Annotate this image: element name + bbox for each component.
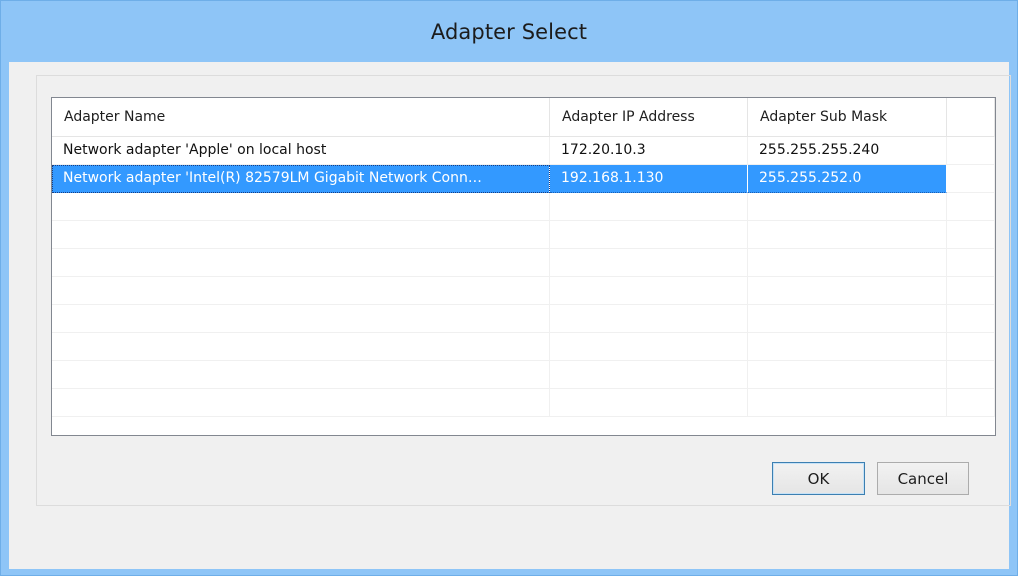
- cell-adapter-name: [52, 193, 550, 221]
- dialog-title: Adapter Select: [430, 19, 588, 44]
- cell-adapter-name: [52, 361, 550, 389]
- table-row-empty[interactable]: [52, 305, 995, 333]
- cell-adapter-name: [52, 305, 550, 333]
- ok-button[interactable]: OK: [772, 462, 865, 495]
- cell-adapter-ip: [550, 277, 748, 305]
- cell-filler: [947, 277, 995, 305]
- cell-filler: [947, 333, 995, 361]
- adapter-select-dialog: Adapter Select Adapter Name Adapter IP A…: [0, 0, 1018, 576]
- cell-adapter-ip: 172.20.10.3: [550, 137, 748, 165]
- title-bar[interactable]: Adapter Select: [1, 1, 1017, 62]
- cell-adapter-ip: [550, 333, 748, 361]
- cell-filler: [947, 305, 995, 333]
- cell-adapter-mask: [748, 249, 947, 277]
- cell-filler: [947, 361, 995, 389]
- table-row-empty[interactable]: [52, 389, 995, 417]
- cell-adapter-name: [52, 333, 550, 361]
- cell-adapter-name: Network adapter 'Intel(R) 82579LM Gigabi…: [52, 165, 550, 193]
- cell-filler: [947, 193, 995, 221]
- column-header-adapter-ip-address[interactable]: Adapter IP Address: [550, 98, 748, 136]
- cell-adapter-mask: [748, 333, 947, 361]
- cancel-button[interactable]: Cancel: [877, 462, 969, 495]
- cell-adapter-mask: [748, 305, 947, 333]
- cell-adapter-name: Network adapter 'Apple' on local host: [52, 137, 550, 165]
- cell-adapter-ip: [550, 389, 748, 417]
- table-row-empty[interactable]: [52, 361, 995, 389]
- cell-adapter-mask: [748, 361, 947, 389]
- cell-adapter-name: [52, 389, 550, 417]
- column-header-adapter-sub-mask[interactable]: Adapter Sub Mask: [748, 98, 947, 136]
- cell-filler: [947, 249, 995, 277]
- table-row-empty[interactable]: [52, 221, 995, 249]
- grid-header: Adapter Name Adapter IP Address Adapter …: [52, 98, 995, 137]
- table-row-empty[interactable]: [52, 193, 995, 221]
- cell-adapter-mask: [748, 277, 947, 305]
- cell-adapter-mask: 255.255.255.240: [748, 137, 947, 165]
- cell-adapter-name: [52, 249, 550, 277]
- cell-filler: [947, 137, 995, 165]
- table-row-empty[interactable]: [52, 249, 995, 277]
- cell-adapter-ip: [550, 361, 748, 389]
- cell-adapter-mask: [748, 193, 947, 221]
- cell-filler: [947, 221, 995, 249]
- cell-adapter-name: [52, 277, 550, 305]
- column-header-filler: [947, 98, 995, 136]
- cell-filler: [947, 165, 995, 193]
- cell-adapter-mask: [748, 389, 947, 417]
- adapter-grid[interactable]: Adapter Name Adapter IP Address Adapter …: [51, 97, 996, 436]
- cell-adapter-ip: 192.168.1.130: [550, 165, 748, 193]
- cell-adapter-mask: 255.255.252.0: [748, 165, 947, 193]
- column-header-adapter-name[interactable]: Adapter Name: [52, 98, 550, 136]
- table-row[interactable]: Network adapter 'Apple' on local host 172…: [52, 137, 995, 165]
- cell-adapter-ip: [550, 221, 748, 249]
- cell-adapter-mask: [748, 221, 947, 249]
- table-row-empty[interactable]: [52, 333, 995, 361]
- cell-adapter-ip: [550, 249, 748, 277]
- cell-filler: [947, 389, 995, 417]
- table-row[interactable]: Network adapter 'Intel(R) 82579LM Gigabi…: [52, 165, 995, 193]
- cell-adapter-ip: [550, 305, 748, 333]
- cell-adapter-ip: [550, 193, 748, 221]
- cell-adapter-name: [52, 221, 550, 249]
- table-row-empty[interactable]: [52, 277, 995, 305]
